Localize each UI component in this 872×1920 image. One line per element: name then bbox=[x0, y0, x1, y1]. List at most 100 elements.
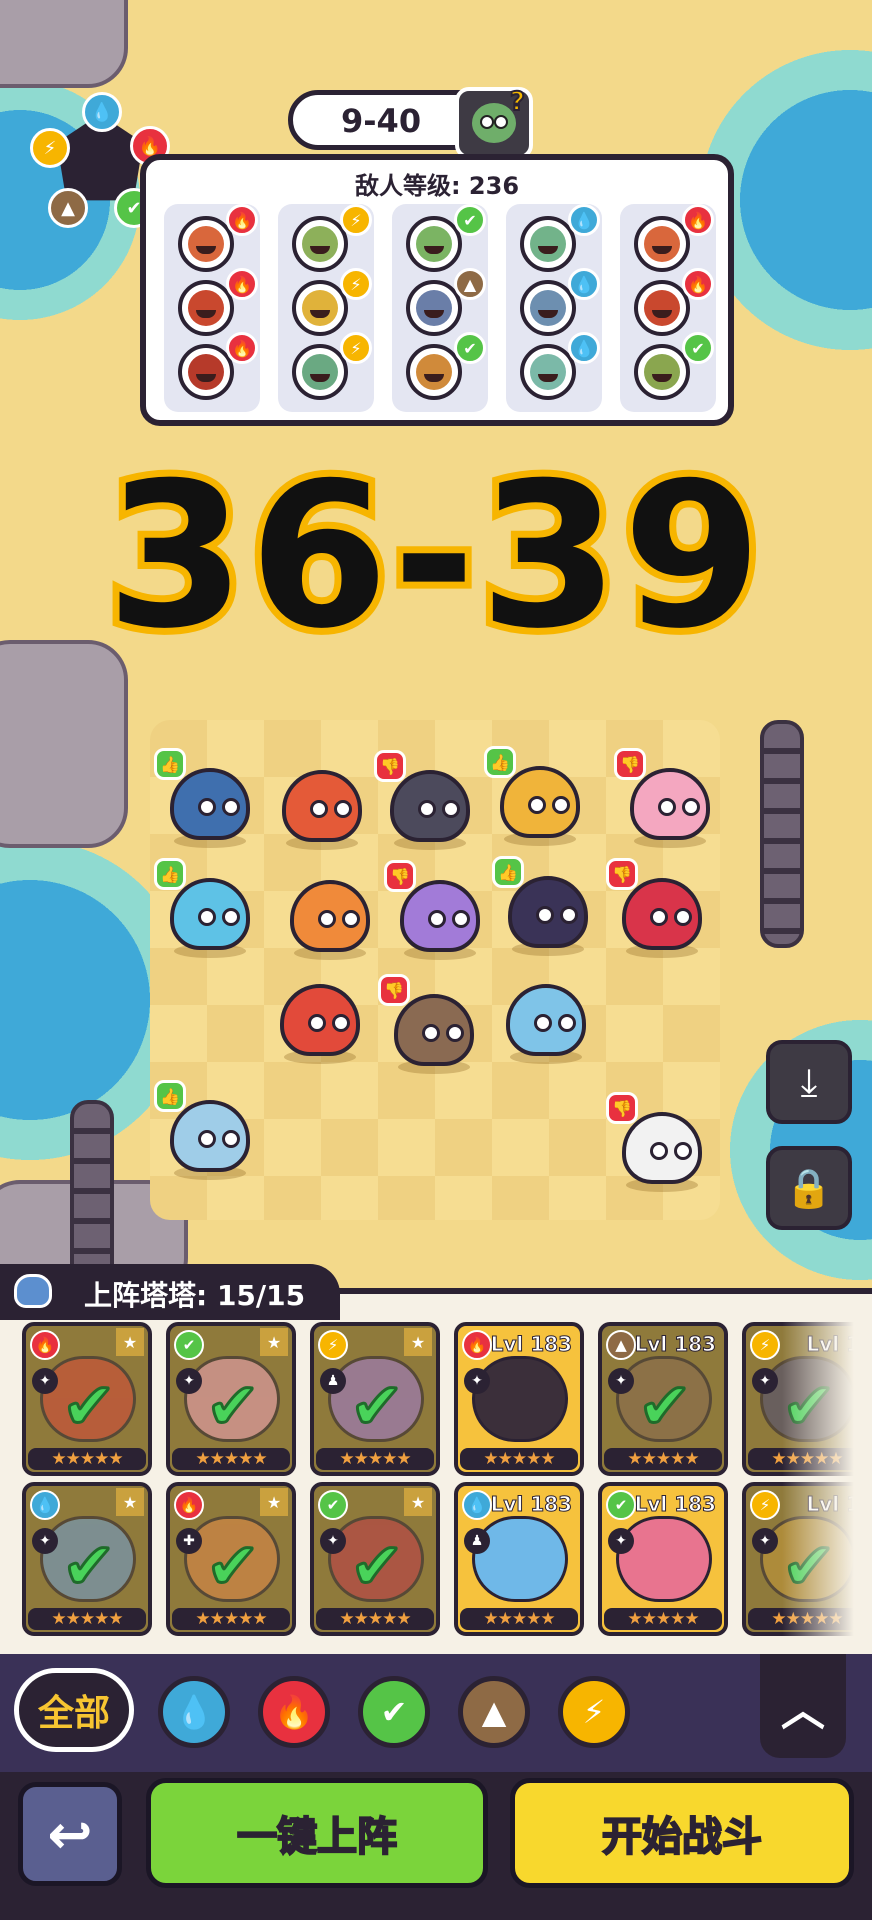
star-rating: ★★★★★ bbox=[28, 1608, 146, 1630]
thumbs-down-icon: 👎 bbox=[606, 858, 638, 890]
stage-label: 9-40 bbox=[341, 102, 422, 140]
fire-icon: 🔥 bbox=[682, 204, 714, 236]
electric-icon: ⚡ bbox=[318, 1330, 348, 1360]
tower-card[interactable]: 🔥 ✦ Lvl 183 ★★★★★ bbox=[454, 1322, 584, 1476]
filter-fire-button[interactable]: 🔥 bbox=[258, 1676, 330, 1748]
roster-fade bbox=[782, 1294, 872, 1660]
tower-card[interactable]: 💧 ♟ Lvl 183 ★★★★★ bbox=[454, 1482, 584, 1636]
level-label: Lvl 183 bbox=[634, 1492, 716, 1517]
raccoon-unit[interactable]: 👎 bbox=[378, 974, 484, 1076]
auto-deploy-button[interactable]: 一键上阵 bbox=[146, 1778, 488, 1888]
shadow-boar-unit[interactable]: 👍 bbox=[492, 856, 598, 958]
thumbs-down-icon: 👎 bbox=[374, 750, 406, 782]
rock-decoration bbox=[0, 0, 128, 88]
golden-lion-unit[interactable]: 👍 bbox=[484, 746, 590, 848]
enemy-portrait[interactable] bbox=[520, 216, 576, 272]
penguin-unit[interactable]: 👍 bbox=[154, 748, 260, 850]
tower-card[interactable]: ✔ ✦ ★ ★★★★★ ✔ bbox=[166, 1322, 296, 1476]
enemy-face bbox=[416, 226, 452, 262]
enemy-portrait[interactable] bbox=[520, 280, 576, 336]
enemy-portrait[interactable] bbox=[634, 344, 690, 400]
zombie-question-icon[interactable]: ? bbox=[455, 86, 533, 159]
unit-body bbox=[394, 994, 474, 1066]
class-icon: ✦ bbox=[32, 1528, 58, 1554]
filter-earth-button[interactable]: ▲ bbox=[458, 1676, 530, 1748]
unit-body bbox=[400, 880, 480, 952]
enemy-portrait[interactable] bbox=[292, 344, 348, 400]
bookmark-star-icon: ★ bbox=[116, 1328, 144, 1356]
unit-body bbox=[280, 984, 360, 1056]
enemy-column: ⚡ ⚡ ⚡ bbox=[278, 204, 374, 412]
enemy-face bbox=[530, 290, 566, 326]
fire-toad-unit[interactable] bbox=[272, 752, 372, 852]
back-button[interactable]: ↩ bbox=[18, 1782, 122, 1886]
filter-water-button[interactable]: 💧 bbox=[158, 1676, 230, 1748]
thumbs-down-icon: 👎 bbox=[384, 860, 416, 892]
snow-yeti-unit[interactable]: 👍 bbox=[154, 1080, 260, 1182]
enemy-face bbox=[644, 290, 680, 326]
ice-crab-unit[interactable]: 👍 bbox=[154, 858, 260, 960]
tower-card[interactable]: ✔ ✦ ★ ★★★★★ ✔ bbox=[310, 1482, 440, 1636]
pink-sprout-unit[interactable]: 👎 bbox=[614, 748, 720, 850]
tower-card[interactable]: ✔ ✦ Lvl 183 ★★★★★ bbox=[598, 1482, 728, 1636]
enemy-column: 🔥 🔥 🔥 bbox=[164, 204, 260, 412]
dark-beast-unit[interactable]: 👎 bbox=[374, 750, 480, 852]
butterfly-fairy-unit[interactable] bbox=[496, 966, 596, 1066]
unit-body bbox=[170, 1100, 250, 1172]
tower-card[interactable]: 🔥 ✦ ★ ★★★★★ ✔ bbox=[22, 1322, 152, 1476]
enemy-portrait[interactable] bbox=[520, 344, 576, 400]
tower-card[interactable]: ▲ ✦ Lvl 183 ★★★★★ ✔ bbox=[598, 1322, 728, 1476]
enemy-portrait[interactable] bbox=[634, 280, 690, 336]
unit-eye bbox=[198, 908, 216, 926]
enemy-portrait[interactable] bbox=[406, 344, 462, 400]
start-battle-button[interactable]: 开始战斗 bbox=[510, 1778, 854, 1888]
fire-icon: 🔥 bbox=[226, 332, 258, 364]
striped-pole-decoration bbox=[760, 720, 804, 948]
electric-icon: ⚡ bbox=[30, 128, 70, 168]
enemy-portrait[interactable] bbox=[406, 216, 462, 272]
deployed-check-icon: ✔ bbox=[61, 1369, 118, 1446]
fire-bunny-unit[interactable] bbox=[280, 862, 380, 962]
star-rating: ★★★★★ bbox=[172, 1448, 290, 1470]
thumbs-down-icon: 👎 bbox=[378, 974, 410, 1006]
unit-eye bbox=[674, 908, 692, 926]
tower-portrait bbox=[472, 1516, 568, 1602]
rose-plant-unit[interactable]: 👎 bbox=[606, 858, 712, 960]
collapse-button[interactable]: ︿ bbox=[760, 1654, 846, 1758]
purple-fox-unit[interactable]: 👎 bbox=[384, 860, 490, 962]
question-mark-icon: ? bbox=[509, 86, 526, 118]
tower-card[interactable]: 🔥 ✚ ★ ★★★★★ ✔ bbox=[166, 1482, 296, 1636]
unit-eye bbox=[422, 1024, 440, 1042]
unit-body bbox=[282, 770, 362, 842]
download-button[interactable]: ⤓ bbox=[766, 1040, 852, 1124]
unit-body bbox=[508, 876, 588, 948]
enemy-portrait[interactable] bbox=[178, 216, 234, 272]
lock-button[interactable]: 🔒 bbox=[766, 1146, 852, 1230]
red-dragon-unit[interactable] bbox=[270, 966, 370, 1066]
grass-icon: ✔ bbox=[682, 332, 714, 364]
enemy-portrait[interactable] bbox=[178, 280, 234, 336]
grass-icon: ✔ bbox=[318, 1490, 348, 1520]
unit-eye bbox=[560, 906, 578, 924]
filter-all-button[interactable]: 全部 bbox=[14, 1668, 134, 1752]
enemy-portrait[interactable] bbox=[406, 280, 462, 336]
enemy-portrait[interactable] bbox=[292, 216, 348, 272]
enemy-panel: 敌人等级: 236 🔥 🔥 🔥 ⚡ ⚡ ⚡ ✔ ▲ ✔ 💧 💧 💧 🔥 🔥 ✔ bbox=[140, 154, 734, 426]
enemy-portrait[interactable] bbox=[178, 344, 234, 400]
filter-grass-button[interactable]: ✔ bbox=[358, 1676, 430, 1748]
unit-eye bbox=[428, 910, 446, 928]
enemy-portrait[interactable] bbox=[292, 280, 348, 336]
enemy-portrait[interactable] bbox=[634, 216, 690, 272]
bookmark-star-icon: ★ bbox=[116, 1488, 144, 1516]
filter-bar: 全部 💧 🔥 ✔ ▲ ⚡ ︿ bbox=[0, 1654, 872, 1772]
tower-card[interactable]: ⚡ ♟ ★ ★★★★★ ✔ bbox=[310, 1322, 440, 1476]
thumbs-up-icon: 👍 bbox=[492, 856, 524, 888]
panda-unit[interactable]: 👎 bbox=[606, 1092, 712, 1194]
tower-card[interactable]: 💧 ✦ ★ ★★★★★ ✔ bbox=[22, 1482, 152, 1636]
unit-body bbox=[630, 768, 710, 840]
class-icon: ✦ bbox=[32, 1368, 58, 1394]
filter-electric-button[interactable]: ⚡ bbox=[558, 1676, 630, 1748]
class-icon: ♟ bbox=[320, 1368, 346, 1394]
deployed-count: 上阵塔塔: 15/15 bbox=[84, 1279, 306, 1312]
unit-body bbox=[170, 768, 250, 840]
